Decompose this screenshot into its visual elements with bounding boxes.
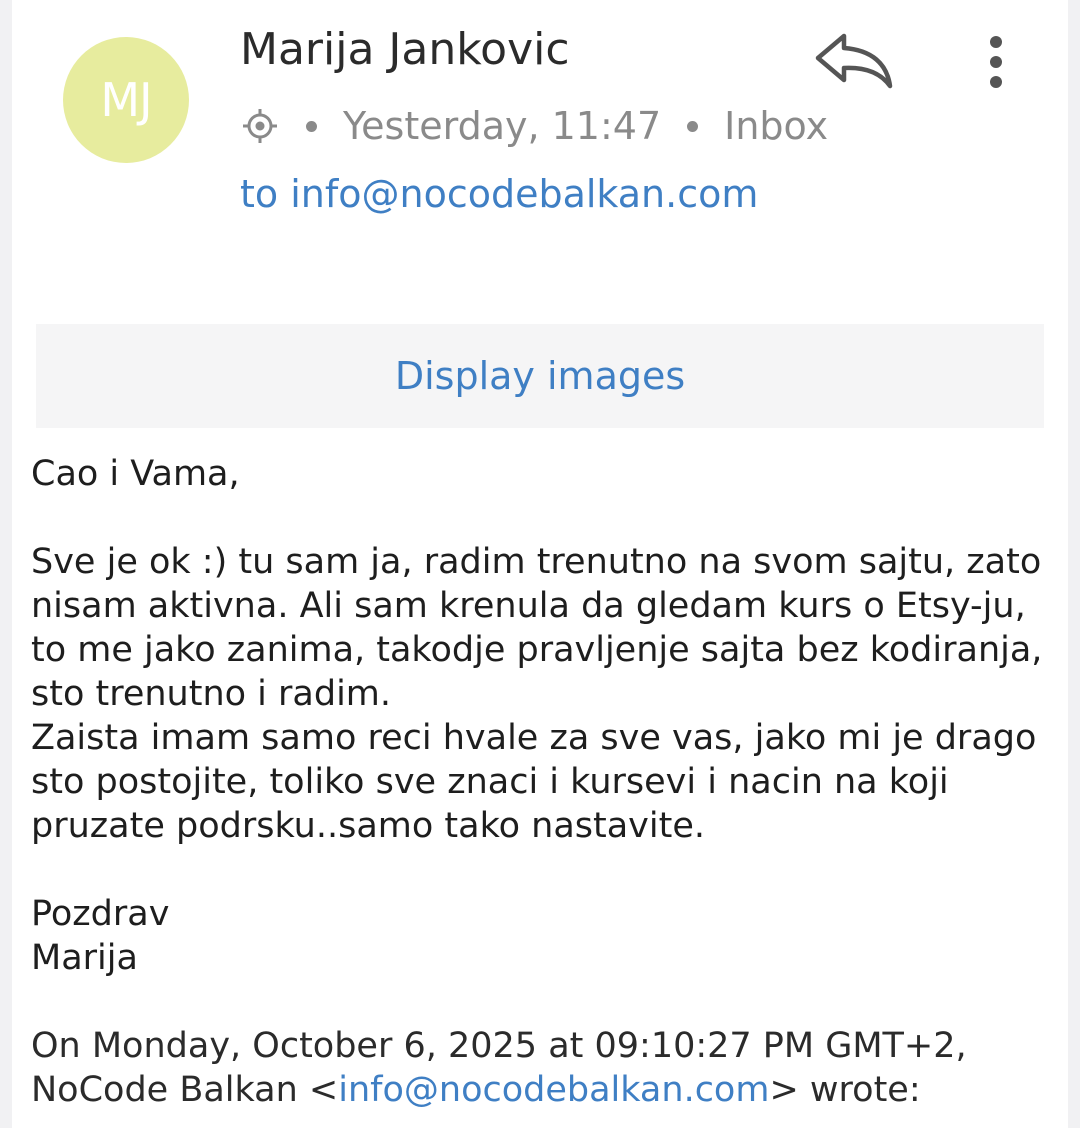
avatar-initials: MJ — [100, 73, 152, 127]
quote-sender-suffix: > wrote: — [769, 1070, 921, 1110]
quote-sender-prefix: NoCode Balkan < — [31, 1070, 339, 1110]
quote-header-date: On Monday, October 6, 2025 at 09:10:27 P… — [31, 1026, 967, 1066]
body-paragraph: Zaista imam samo reci hvale za sve vas, … — [31, 718, 1037, 846]
recipient-line[interactable]: to info@nocodebalkan.com — [240, 172, 758, 216]
avatar[interactable]: MJ — [63, 37, 189, 163]
message-meta: Yesterday, 11:47 Inbox — [240, 100, 828, 152]
location-target-icon — [243, 109, 277, 143]
quote-sender-email-link[interactable]: info@nocodebalkan.com — [338, 1070, 769, 1110]
display-images-button[interactable]: Display images — [36, 324, 1044, 428]
separator-dot — [306, 120, 317, 132]
quote-header-sender: NoCode Balkan <info@nocodebalkan.com> wr… — [31, 1068, 1051, 1112]
reply-icon[interactable] — [812, 30, 894, 90]
signature: Marija — [31, 938, 138, 978]
message-body: Cao i Vama, Sve je ok :) tu sam ja, radi… — [31, 452, 1051, 1112]
greeting: Cao i Vama, — [31, 454, 240, 494]
closing: Pozdrav — [31, 894, 170, 934]
sender-name[interactable]: Marija Jankovic — [240, 24, 570, 75]
display-images-label: Display images — [394, 354, 686, 398]
timestamp: Yesterday, 11:47 — [343, 104, 662, 148]
separator-dot — [687, 120, 699, 132]
more-vertical-icon[interactable] — [976, 34, 1016, 90]
body-paragraph: Sve je ok :) tu sam ja, radim trenutno n… — [31, 542, 1043, 714]
email-view: MJ Marija Jankovic Yesterday, 11:47 Inbo… — [12, 0, 1068, 1128]
folder-label[interactable]: Inbox — [724, 104, 828, 148]
